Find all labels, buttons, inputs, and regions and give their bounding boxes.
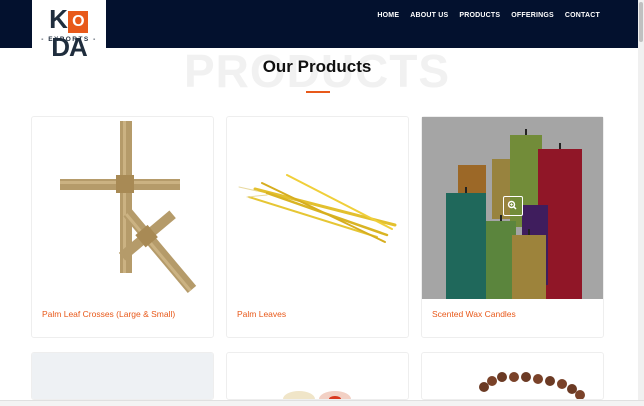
product-image[interactable] <box>32 353 213 399</box>
bottom-bar <box>0 400 644 406</box>
palm-crosses-image[interactable] <box>32 117 213 299</box>
title-underline <box>306 91 330 93</box>
section-title: Our Products <box>262 57 372 76</box>
product-card[interactable]: Scented Wax Candles <box>421 116 604 338</box>
product-card[interactable] <box>31 352 214 400</box>
product-image[interactable] <box>422 353 603 399</box>
product-card[interactable]: Palm Leaves <box>226 116 409 338</box>
product-name[interactable]: Scented Wax Candles <box>432 309 516 319</box>
koda-logo[interactable]: K ODA - EXPORTS - <box>32 0 106 62</box>
palm-leaves-image[interactable] <box>227 117 408 299</box>
page-scrollbar[interactable] <box>638 0 644 400</box>
product-card[interactable]: Palm Leaf Crosses (Large & Small) <box>31 116 214 338</box>
zoom-button[interactable] <box>503 196 523 216</box>
logo-wordmark: K ODA <box>49 4 88 62</box>
nav-home[interactable]: HOME <box>377 12 399 19</box>
product-name[interactable]: Palm Leaves <box>237 309 286 319</box>
product-name[interactable]: Palm Leaf Crosses (Large & Small) <box>42 309 175 319</box>
nav-products[interactable]: PRODUCTS <box>459 12 500 19</box>
product-card[interactable] <box>226 352 409 400</box>
nav-offerings[interactable]: OFFERINGS <box>511 12 554 19</box>
zoom-icon <box>507 200 517 210</box>
nav-about-us[interactable]: ABOUT US <box>410 12 448 19</box>
main-nav: HOME ABOUT US PRODUCTS OFFERINGS CONTACT <box>377 12 600 19</box>
product-card[interactable] <box>421 352 604 400</box>
wax-candles-image[interactable] <box>422 117 603 299</box>
site-header: K ODA - EXPORTS - HOME ABOUT US PRODUCTS … <box>0 0 644 62</box>
nav-contact[interactable]: CONTACT <box>565 12 600 19</box>
scrollbar-thumb[interactable] <box>639 2 643 42</box>
product-image[interactable] <box>227 353 408 399</box>
